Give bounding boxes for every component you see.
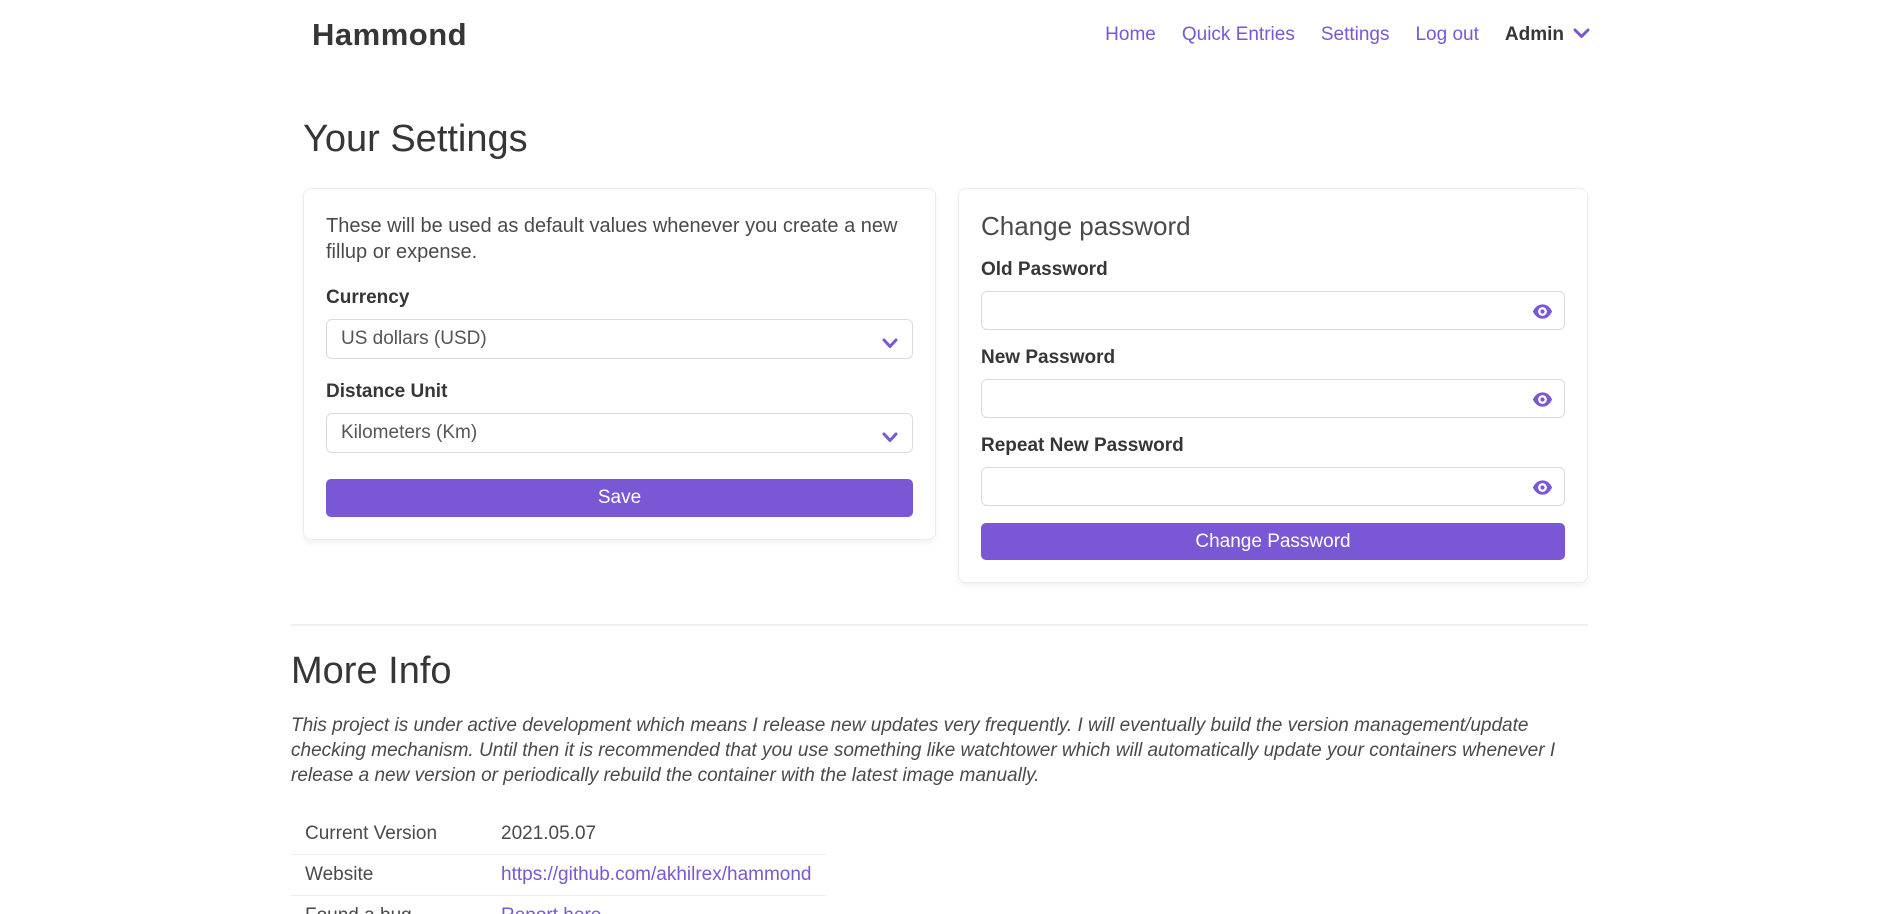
current-version-value: 2021.05.07 [487,814,826,855]
old-password-input[interactable] [981,291,1565,330]
new-password-input[interactable] [981,379,1565,418]
distance-unit-label: Distance Unit [326,380,913,403]
info-table: Current Version 2021.05.07 Website https… [291,814,826,914]
user-menu[interactable]: Admin [1492,24,1590,46]
chevron-down-icon [882,333,898,355]
nav-item-logout[interactable]: Log out [1402,24,1491,46]
distance-unit-selected-value: Kilometers (Km) [341,422,477,444]
defaults-description: These will be used as default values whe… [326,213,913,265]
distance-unit-select[interactable]: Kilometers (Km) [326,413,913,453]
repeat-password-label: Repeat New Password [981,434,1565,457]
development-note: This project is under active development… [291,713,1588,788]
change-password-button[interactable]: Change Password [981,523,1565,560]
nav-item-home[interactable]: Home [1092,24,1169,46]
repeat-password-input[interactable] [981,467,1565,506]
table-row: Current Version 2021.05.07 [291,814,826,855]
save-button[interactable]: Save [326,479,913,517]
page-title: Your Settings [303,118,1588,161]
nav-links: Home Quick Entries Settings Log out Admi… [1092,24,1590,46]
new-password-label: New Password [981,346,1565,369]
eye-icon[interactable] [1531,476,1553,498]
eye-icon[interactable] [1531,300,1553,322]
settings-cards-row: These will be used as default values whe… [303,188,1588,583]
change-password-card: Change password Old Password New Passwor… [958,188,1588,583]
brand-logo[interactable]: Hammond [312,17,467,53]
currency-select[interactable]: US dollars (USD) [326,319,913,359]
table-row: Website https://github.com/akhilrex/hamm… [291,855,826,896]
info-row-label: Found a bug [291,896,487,914]
user-menu-label: Admin [1505,24,1564,46]
table-row: Found a bug Report here [291,896,826,914]
chevron-down-icon [1573,26,1590,44]
section-divider [291,624,1588,626]
change-password-title: Change password [981,211,1565,242]
old-password-field-wrap [981,291,1565,330]
website-link[interactable]: https://github.com/akhilrex/hammond [501,864,812,885]
eye-icon[interactable] [1531,388,1553,410]
nav-item-settings[interactable]: Settings [1308,24,1403,46]
chevron-down-icon [882,427,898,449]
report-bug-link[interactable]: Report here [501,905,601,914]
new-password-field-wrap [981,379,1565,418]
navbar: Hammond Home Quick Entries Settings Log … [0,0,1901,70]
info-row-label: Website [291,855,487,896]
currency-selected-value: US dollars (USD) [341,328,487,350]
defaults-card: These will be used as default values whe… [303,188,936,540]
old-password-label: Old Password [981,258,1565,281]
info-row-label: Current Version [291,814,487,855]
currency-label: Currency [326,286,913,309]
nav-item-quick-entries[interactable]: Quick Entries [1169,24,1308,46]
main-content: Your Settings These will be used as defa… [291,118,1588,914]
more-info-title: More Info [291,650,1588,693]
repeat-password-field-wrap [981,467,1565,506]
